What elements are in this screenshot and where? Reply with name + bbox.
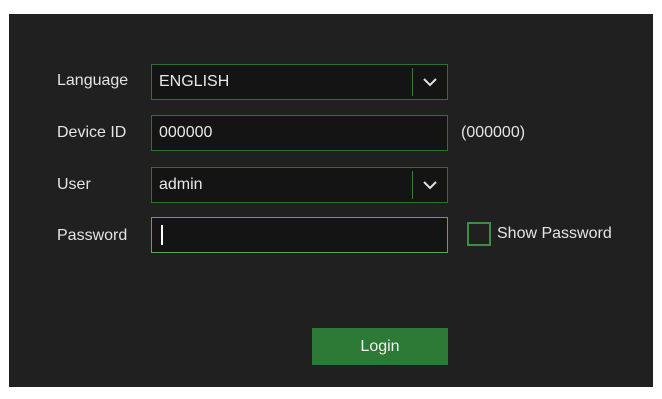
- show-password-label[interactable]: Show Password: [497, 225, 612, 243]
- language-value: ENGLISH: [159, 73, 230, 90]
- language-select-divider: [412, 68, 413, 96]
- user-value: admin: [159, 176, 203, 193]
- device-id-field[interactable]: 000000: [151, 115, 448, 151]
- device-id-value: 000000: [159, 124, 213, 141]
- login-button[interactable]: Login: [312, 328, 448, 365]
- device-id-label: Device ID: [57, 124, 127, 141]
- show-password-checkbox[interactable]: [467, 222, 491, 246]
- user-select-divider: [412, 171, 413, 199]
- language-label: Language: [57, 72, 129, 89]
- password-field[interactable]: [151, 217, 448, 253]
- chevron-down-icon[interactable]: [422, 178, 438, 192]
- device-id-hint: (000000): [461, 124, 526, 141]
- password-label: Password: [57, 227, 128, 244]
- language-select[interactable]: ENGLISH: [151, 64, 448, 100]
- chevron-down-icon[interactable]: [422, 75, 438, 89]
- user-select[interactable]: admin: [151, 167, 448, 203]
- login-panel: Language ENGLISH Device ID 000000 (00000…: [9, 14, 653, 387]
- text-cursor: [161, 225, 163, 245]
- user-label: User: [57, 176, 91, 193]
